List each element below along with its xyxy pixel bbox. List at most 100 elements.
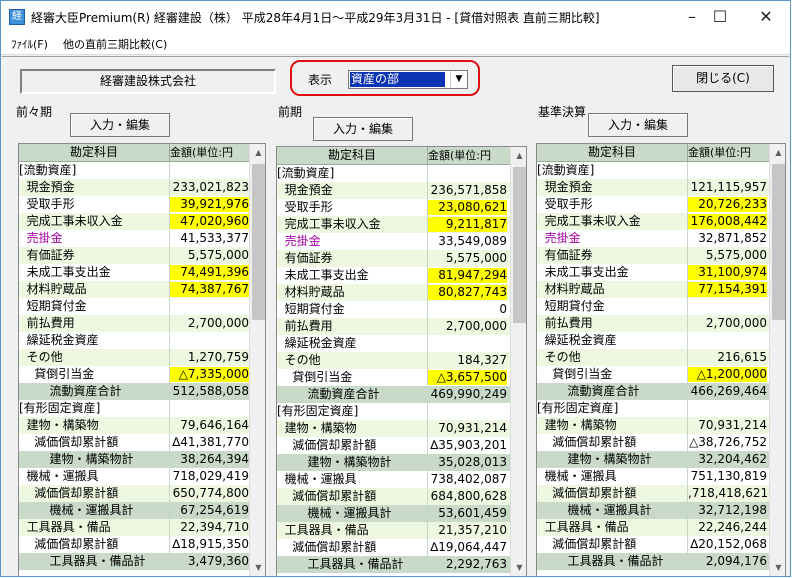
table-row[interactable]: 現金預金 121,115,957 (537, 179, 770, 196)
table-row[interactable]: 建物・構築物 70,931,214 (277, 420, 511, 437)
scroll-up-icon[interactable]: ▲ (250, 144, 265, 161)
amount-cell[interactable]: 0 (428, 302, 507, 317)
table-row[interactable]: 現金預金 236,571,858 (277, 182, 511, 199)
amount-cell[interactable]: 512,588,058 (170, 384, 249, 399)
amount-cell[interactable]: 2,094,176 (688, 554, 767, 569)
amount-cell[interactable] (170, 401, 249, 416)
amount-cell[interactable]: 2,292,763 (428, 557, 507, 572)
table-row[interactable]: 減価償却累計額 ∆18,915,350 (19, 536, 250, 553)
table-row[interactable]: 減価償却累計額 ∆35,903,201 (277, 437, 511, 454)
amount-cell[interactable]: ∆18,915,350 (170, 537, 249, 552)
table-row[interactable]: 機械・運搬具計 32,712,198 (537, 502, 770, 519)
amount-cell[interactable]: 32,204,462 (688, 452, 767, 467)
table-row[interactable]: 貸倒引当金 △7,335,000 (19, 366, 250, 383)
menu-other-comparison[interactable]: 他の直前三期比較(C) (63, 36, 167, 52)
amount-cell[interactable]: 38,264,394 (170, 452, 249, 467)
amount-cell[interactable]: 738,402,087 (428, 472, 507, 487)
table-row[interactable]: 材料貯蔵品 74,387,767 (19, 281, 250, 298)
maximize-button[interactable]: ☐ (697, 1, 743, 32)
scroll-down-icon[interactable]: ▼ (770, 559, 785, 576)
vertical-scrollbar[interactable]: ▲ ▼ (769, 144, 785, 576)
table-row[interactable]: [流動資産] (19, 162, 250, 179)
scroll-thumb[interactable] (513, 167, 526, 323)
app-icon[interactable]: 経 (9, 9, 25, 25)
table-row[interactable]: 工具器具・備品 21,357,210 (277, 522, 511, 539)
amount-cell[interactable]: △1,200,000 (688, 367, 767, 382)
amount-cell[interactable]: 2,700,000 (428, 319, 507, 334)
table-row[interactable]: 前払費用 2,700,000 (537, 315, 770, 332)
table-row[interactable]: [流動資産] (277, 165, 511, 182)
amount-cell[interactable] (170, 299, 249, 314)
amount-cell[interactable]: 2,700,000 (688, 316, 767, 331)
table-row[interactable]: 完成工事未収入金 176,008,442 (537, 213, 770, 230)
display-select[interactable]: 資産の部 ▼ (348, 70, 468, 89)
amount-cell[interactable]: 121,115,957 (688, 180, 767, 195)
amount-cell[interactable]: 718,029,419 (170, 469, 249, 484)
table-row[interactable]: 受取手形 20,726,233 (537, 196, 770, 213)
amount-cell[interactable]: 32,712,198 (688, 503, 767, 518)
table-row[interactable]: 減価償却累計額 ,718,418,621 (537, 485, 770, 502)
amount-cell[interactable]: 684,800,628 (428, 489, 507, 504)
amount-cell[interactable]: 79,646,164 (170, 418, 249, 433)
table-row[interactable]: 前払費用 2,700,000 (19, 315, 250, 332)
amount-cell[interactable]: 53,601,459 (428, 506, 507, 521)
amount-cell[interactable]: △7,335,000 (170, 367, 249, 382)
amount-cell[interactable] (688, 299, 767, 314)
table-row[interactable]: 減価償却累計額 ∆19,064,447 (277, 539, 511, 556)
table-row[interactable]: 機械・運搬具計 53,601,459 (277, 505, 511, 522)
amount-cell[interactable]: 67,254,619 (170, 503, 249, 518)
table-row[interactable]: 減価償却累計額 ∆41,381,770 (19, 434, 250, 451)
table-row[interactable]: 有価証券 5,575,000 (19, 247, 250, 264)
amount-cell[interactable] (428, 404, 507, 419)
amount-cell[interactable]: 70,931,214 (428, 421, 507, 436)
edit-button[interactable]: 入力・編集 (70, 113, 170, 137)
table-row[interactable]: 未成工事支出金 74,491,396 (19, 264, 250, 281)
amount-cell[interactable]: 751,130,819 (688, 469, 767, 484)
amount-cell[interactable]: 650,774,800 (170, 486, 249, 501)
table-row[interactable]: その他 184,327 (277, 352, 511, 369)
table-row[interactable]: 短期貸付金 (19, 298, 250, 315)
amount-cell[interactable] (428, 166, 507, 181)
amount-cell[interactable]: 70,931,214 (688, 418, 767, 433)
amount-cell[interactable]: 23,080,621 (428, 200, 507, 215)
table-row[interactable]: 貸倒引当金 △1,200,000 (537, 366, 770, 383)
table-row[interactable]: 建物・構築物 79,646,164 (19, 417, 250, 434)
scroll-down-icon[interactable]: ▼ (250, 559, 265, 576)
display-select-value[interactable]: 資産の部 (350, 72, 445, 87)
amount-cell[interactable]: 466,269,464 (688, 384, 767, 399)
table-row[interactable]: 短期貸付金 (537, 298, 770, 315)
edit-button[interactable]: 入力・編集 (313, 117, 413, 141)
amount-cell[interactable]: △3,657,500 (428, 370, 507, 385)
amount-cell[interactable]: ∆20,152,068 (688, 537, 767, 552)
table-row[interactable]: 売掛金 41,533,377 (19, 230, 250, 247)
table-row[interactable]: [流動資産] (537, 162, 770, 179)
table-row[interactable]: 減価償却累計額 ∆20,152,068 (537, 536, 770, 553)
table-row[interactable]: 完成工事未収入金 47,020,960 (19, 213, 250, 230)
table-row[interactable]: 受取手形 39,921,976 (19, 196, 250, 213)
table-row[interactable]: 建物・構築物計 35,028,013 (277, 454, 511, 471)
scroll-thumb[interactable] (252, 164, 265, 320)
table-row[interactable]: 建物・構築物 70,931,214 (537, 417, 770, 434)
amount-cell[interactable] (688, 163, 767, 178)
amount-cell[interactable]: 32,871,852 (688, 231, 767, 246)
table-row[interactable]: 流動資産合計 469,990,249 (277, 386, 511, 403)
table-row[interactable]: 減価償却累計額 650,774,800 (19, 485, 250, 502)
scroll-up-icon[interactable]: ▲ (770, 144, 785, 161)
amount-cell[interactable]: 74,491,396 (170, 265, 249, 280)
amount-cell[interactable]: ,718,418,621 (688, 486, 767, 501)
table-row[interactable]: 貸倒引当金 △3,657,500 (277, 369, 511, 386)
amount-cell[interactable]: 35,028,013 (428, 455, 507, 470)
chevron-down-icon[interactable]: ▼ (450, 71, 467, 88)
table-row[interactable]: 材料貯蔵品 77,154,391 (537, 281, 770, 298)
table-row[interactable]: 未成工事支出金 31,100,974 (537, 264, 770, 281)
table-row[interactable]: 繰延税金資産 (19, 332, 250, 349)
amount-cell[interactable]: 22,246,244 (688, 520, 767, 535)
menu-file[interactable]: ﾌｧｲﾙ(F) (11, 36, 48, 52)
table-row[interactable]: 繰延税金資産 (537, 332, 770, 349)
amount-cell[interactable]: 176,008,442 (688, 214, 767, 229)
amount-cell[interactable]: 31,100,974 (688, 265, 767, 280)
amount-cell[interactable]: 33,549,089 (428, 234, 507, 249)
scroll-down-icon[interactable]: ▼ (511, 559, 526, 576)
table-row[interactable]: 工具器具・備品計 2,292,763 (277, 556, 511, 573)
amount-cell[interactable]: 77,154,391 (688, 282, 767, 297)
